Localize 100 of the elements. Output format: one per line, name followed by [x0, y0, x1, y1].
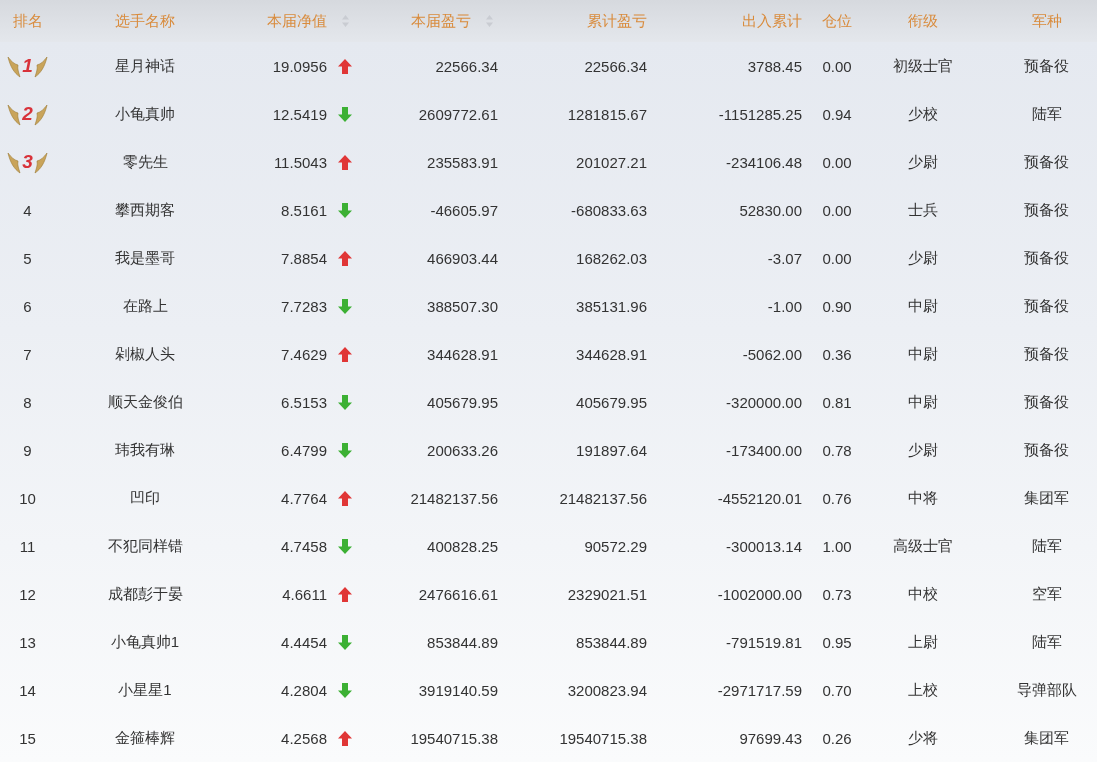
table-cell-text: 400828.25 — [426, 537, 499, 555]
player-name: 小星星1 — [117, 680, 173, 700]
player-name: 顺天金俊伯 — [106, 392, 184, 412]
player-name: 我是墨哥 — [114, 248, 176, 268]
table-cell-text: 853844.89 — [426, 633, 499, 651]
column-header: 累计盈亏 — [586, 11, 647, 31]
column-header[interactable]: 本届盈亏 — [411, 11, 471, 31]
table-cell-text: 陆军 — [1030, 104, 1063, 124]
table-cell-text: 0.00 — [821, 57, 853, 75]
table-cell-text: 预备役 — [1023, 248, 1070, 268]
column-header: 仓位 — [821, 11, 853, 31]
rank-number: 15 — [19, 729, 36, 747]
player-name: 零先生 — [121, 152, 169, 172]
wing-icon — [7, 54, 22, 78]
table-cell-text: 6.5153 — [280, 393, 328, 411]
table-cell-text: 4.4454 — [280, 633, 328, 651]
table-cell-text: 0.76 — [821, 489, 853, 507]
rank-number: 14 — [19, 681, 36, 699]
table-cell-text: 0.78 — [821, 441, 853, 459]
table-cell-text: 4.2568 — [280, 729, 328, 747]
table-cell-text: 6.4799 — [280, 441, 328, 459]
rank-number: 3 — [22, 151, 33, 173]
table-cell-text: 高级士官 — [892, 536, 954, 556]
table-cell-text: 少尉 — [907, 152, 939, 172]
table-cell-text: 7.4629 — [280, 345, 328, 363]
table-cell-text: 2609772.61 — [417, 105, 499, 123]
table-cell-text: 4.7458 — [280, 537, 328, 555]
column-header: 衔级 — [907, 11, 939, 31]
table-cell-text: 235583.91 — [426, 153, 499, 171]
table-cell-text: 集团军 — [1023, 728, 1070, 748]
table-cell-text: 预备役 — [1023, 392, 1070, 412]
table-cell-text: 19540715.38 — [558, 729, 647, 747]
rank-number: 2 — [22, 103, 33, 125]
table-cell-text: 12.5419 — [271, 105, 328, 123]
table-cell-text: 陆军 — [1030, 536, 1063, 556]
table-cell-text: 0.95 — [821, 633, 853, 651]
table-cell-text: 405679.95 — [426, 393, 499, 411]
table-cell-text: 0.73 — [821, 585, 853, 603]
rank-number: 11 — [19, 537, 36, 555]
table-cell-text: 预备役 — [1023, 152, 1070, 172]
wing-icon — [33, 102, 48, 126]
table-cell-text: 2329021.51 — [566, 585, 647, 603]
table-cell-text: 168262.03 — [575, 249, 647, 267]
table-cell-text: 0.94 — [821, 105, 853, 123]
table-cell-text: 191897.64 — [575, 441, 647, 459]
player-name: 凹印 — [129, 488, 161, 508]
table-cell-text: 导弹部队 — [1015, 680, 1078, 700]
table-cell-text: -46605.97 — [429, 201, 499, 219]
table-cell-text: 预备役 — [1023, 440, 1070, 460]
table-cell-text: 上校 — [907, 680, 939, 700]
table-cell-text: 52830.00 — [738, 201, 803, 219]
column-header[interactable]: 本届净值 — [235, 11, 330, 31]
table-cell-text: 97699.43 — [738, 729, 803, 747]
table-cell-text: 0.81 — [821, 393, 853, 411]
table-cell-text: 预备役 — [1023, 56, 1070, 76]
table-cell-text: 21482137.56 — [558, 489, 647, 507]
player-name: 小龟真帅1 — [109, 632, 181, 652]
table-cell-text: 405679.95 — [575, 393, 647, 411]
table-cell-text: 8.5161 — [280, 201, 328, 219]
rank-number: 8 — [23, 393, 32, 411]
table-cell-text: -3.07 — [766, 249, 803, 267]
rank-number: 9 — [23, 441, 32, 459]
rank-number: 7 — [23, 345, 32, 363]
player-name: 金箍棒辉 — [114, 728, 176, 748]
table-cell-text: -680833.63 — [570, 201, 647, 219]
table-cell-text: -1002000.00 — [716, 585, 803, 603]
table-cell-text: 3788.45 — [746, 57, 803, 75]
table-cell-text: -234106.48 — [725, 153, 803, 171]
table-cell-text: -2971717.59 — [716, 681, 803, 699]
player-name: 不犯同样错 — [106, 536, 184, 556]
table-cell-text: 少将 — [907, 728, 939, 748]
player-name: 玮我有琳 — [114, 440, 176, 460]
table-cell-text: 预备役 — [1023, 200, 1070, 220]
table-cell-text: 201027.21 — [575, 153, 647, 171]
table-cell-text: 3919140.59 — [417, 681, 499, 699]
player-name: 攀西期客 — [114, 200, 176, 220]
table-cell-text: 陆军 — [1030, 632, 1063, 652]
table-cell-text: 中尉 — [907, 296, 939, 316]
table-cell-text: 19.0956 — [271, 57, 328, 75]
rank-number: 1 — [22, 55, 33, 77]
table-cell-text: 空军 — [1030, 584, 1063, 604]
table-cell-text: 853844.89 — [575, 633, 647, 651]
table-cell-text: 预备役 — [1023, 296, 1070, 316]
table-cell-text: 388507.30 — [426, 297, 499, 315]
table-cell-text: 4.7764 — [280, 489, 328, 507]
rank-number: 12 — [19, 585, 36, 603]
player-name: 剁椒人头 — [114, 344, 176, 364]
table-cell-text: 19540715.38 — [409, 729, 499, 747]
table-cell-text: 少尉 — [907, 440, 939, 460]
column-header: 排名 — [11, 11, 44, 31]
table-cell-text: 中尉 — [907, 392, 939, 412]
table-cell-text: 200633.26 — [426, 441, 499, 459]
table-cell-text: 集团军 — [1023, 488, 1070, 508]
table-cell-text: -5062.00 — [741, 345, 803, 363]
table-cell-text: 中尉 — [907, 344, 939, 364]
column-header: 选手名称 — [114, 11, 176, 31]
table-cell-text: 1281815.67 — [566, 105, 647, 123]
table-cell-text: 22566.34 — [434, 57, 499, 75]
table-cell-text: 21482137.56 — [409, 489, 499, 507]
table-cell-text: 344628.91 — [575, 345, 647, 363]
